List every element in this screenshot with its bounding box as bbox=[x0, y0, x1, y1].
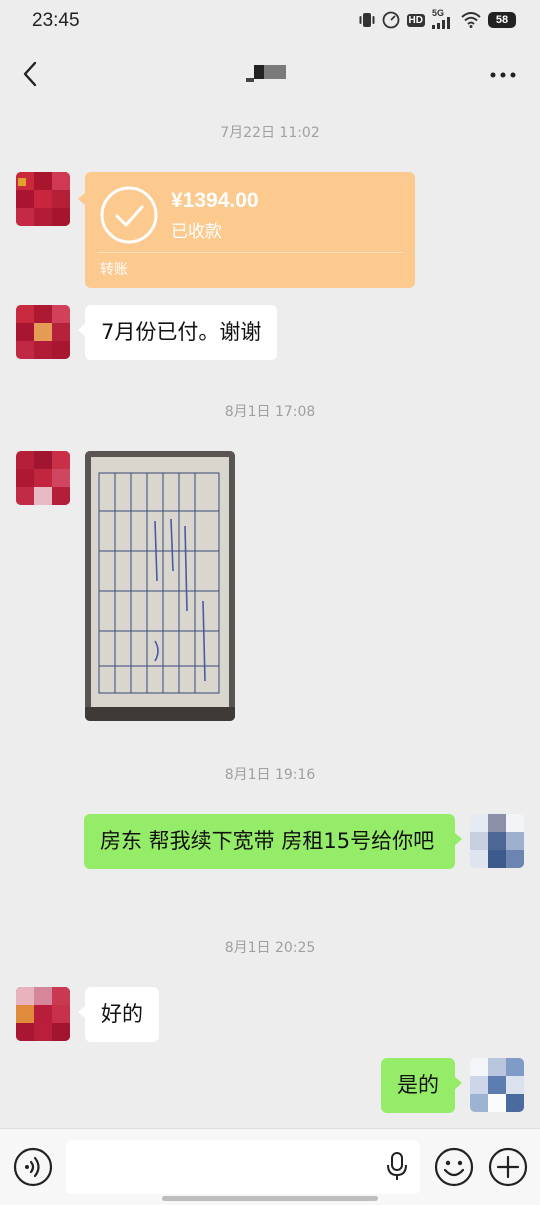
message-input[interactable] bbox=[66, 1140, 420, 1194]
battery-icon: 58 bbox=[488, 12, 516, 28]
home-indicator[interactable] bbox=[162, 1196, 378, 1201]
redacted-name-image bbox=[246, 65, 286, 82]
divider bbox=[97, 252, 403, 253]
transfer-card[interactable]: ¥1394.00 已收款 转账 bbox=[78, 172, 415, 288]
time-separator: 7月22日 11:02 bbox=[220, 125, 320, 141]
transfer-status: 已收款 bbox=[171, 222, 222, 242]
message-bubble[interactable]: 好的 bbox=[78, 987, 159, 1042]
message-bubble-self[interactable]: 房东 帮我续下宽带 房租15号给你吧 bbox=[84, 814, 462, 869]
signal-icon: 5G bbox=[432, 8, 454, 29]
more-dots-icon[interactable] bbox=[488, 60, 518, 90]
voice-icon[interactable] bbox=[13, 1147, 53, 1187]
avatar-self[interactable] bbox=[470, 1058, 524, 1112]
plus-icon[interactable] bbox=[488, 1147, 528, 1187]
check-circle-icon bbox=[100, 186, 158, 244]
chat-title bbox=[244, 63, 288, 83]
message-bubble-self[interactable]: 是的 bbox=[381, 1058, 462, 1113]
avatar[interactable] bbox=[16, 987, 70, 1041]
chat-header bbox=[0, 44, 540, 106]
transfer-amount: ¥1394.00 bbox=[171, 189, 259, 212]
receipt-photo[interactable] bbox=[85, 451, 235, 721]
status-bar: 23:45 HD 5G 58 bbox=[0, 0, 540, 44]
status-time: 23:45 bbox=[32, 10, 80, 31]
chevron-left-icon[interactable] bbox=[16, 56, 46, 92]
avatar[interactable] bbox=[16, 451, 70, 505]
time-separator: 8月1日 19:16 bbox=[224, 767, 316, 783]
avatar-self[interactable] bbox=[470, 814, 524, 868]
transfer-label: 转账 bbox=[100, 262, 128, 278]
microphone-icon[interactable] bbox=[386, 1151, 408, 1181]
input-bar bbox=[0, 1128, 540, 1205]
avatar[interactable] bbox=[16, 305, 70, 359]
wifi-icon bbox=[461, 12, 481, 28]
hd-badge: HD bbox=[406, 13, 425, 27]
speed-gauge-icon bbox=[382, 11, 399, 29]
time-separator: 8月1日 20:25 bbox=[224, 940, 316, 956]
status-icons: HD 5G 58 bbox=[359, 8, 516, 29]
emoji-icon[interactable] bbox=[434, 1147, 474, 1187]
message-bubble[interactable]: 7月份已付。谢谢 bbox=[77, 305, 278, 360]
vibrate-icon bbox=[359, 13, 375, 27]
time-separator: 8月1日 17:08 bbox=[224, 404, 316, 420]
avatar[interactable] bbox=[16, 172, 70, 226]
